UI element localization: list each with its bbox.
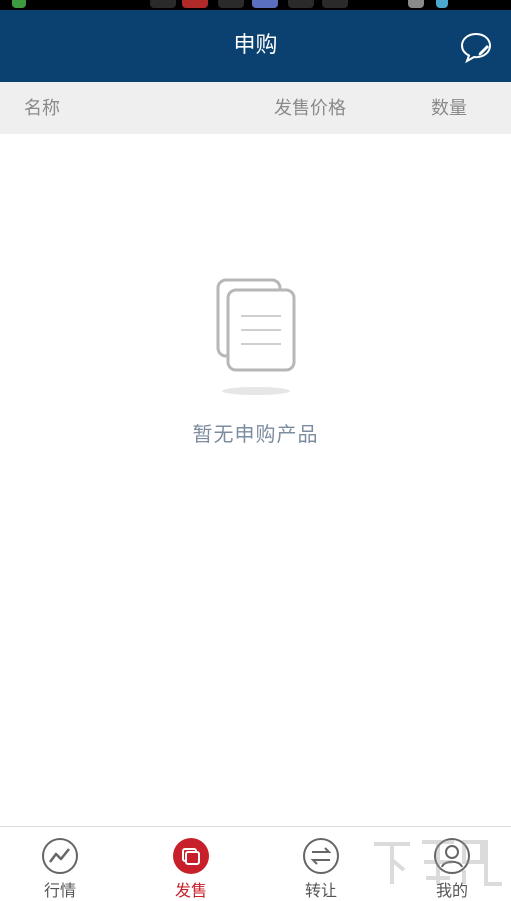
app-header: 申购 [0,10,511,82]
tab-market[interactable]: 行情 [10,827,110,901]
status-bar-icon [436,0,448,8]
tab-transfer[interactable]: 转让 [271,827,371,901]
column-header-price: 发售价格 [274,98,346,119]
column-header-quantity: 数量 [431,98,467,119]
empty-state-message: 暂无申购产品 [192,422,319,446]
tab-label: 行情 [43,881,76,900]
column-header-row: 名称 发售价格 数量 [0,82,511,134]
page-title: 申购 [233,33,278,58]
tab-label: 转让 [304,881,337,900]
sale-icon [173,838,209,874]
status-bar-icon [182,0,208,8]
status-bar-icon [218,0,244,8]
status-bar-icon [252,0,278,8]
status-bar-icon [288,0,314,8]
status-bar-icon [12,0,26,8]
message-button[interactable] [459,30,493,64]
chart-line-icon [42,838,78,874]
status-bar-icon [150,0,176,8]
chat-bubble-icon [460,32,492,64]
watermark-logo [374,840,502,886]
column-header-name: 名称 [24,98,60,119]
documents-icon [216,278,296,395]
status-bar-icon [408,0,424,8]
transfer-icon [303,838,339,874]
tab-sale[interactable]: 发售 [141,827,241,901]
status-bar [0,0,511,10]
empty-state: 暂无申购产品 [0,270,511,470]
tab-label: 发售 [174,881,207,900]
status-bar-icon [322,0,348,8]
